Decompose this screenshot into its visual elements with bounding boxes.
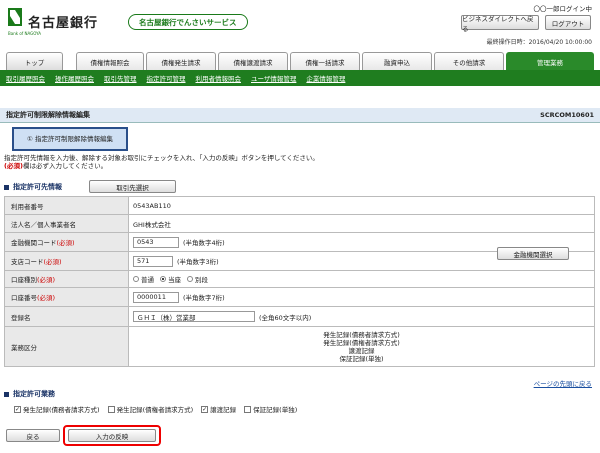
business-line-4: 保証記録(単独) bbox=[339, 354, 384, 363]
subnav-user-info-management[interactable]: ユーザ情報管理 bbox=[251, 73, 296, 83]
value-user-number: 0543AB110 bbox=[133, 201, 171, 210]
radio-savings[interactable]: 普通 bbox=[133, 274, 154, 284]
value-corp-name: GHI株式会社 bbox=[133, 220, 171, 229]
tab-bond-issue[interactable]: 債権発生請求 bbox=[146, 52, 216, 70]
page-title: 指定許可制限解除情報編集 bbox=[6, 111, 90, 119]
row-registered-name: 登録名 ＧＨＩ（株）営業部 (全角60文字以内) bbox=[4, 307, 595, 327]
checkbox-issue-debtor[interactable]: ✓ 発生記録(債務者請求方式) bbox=[14, 404, 100, 414]
sub-navigation: 取引履歴照会 操作履歴照会 取引先管理 指定許可管理 利用者情報照会 ユーザ情報… bbox=[0, 70, 600, 86]
logout-button[interactable]: ログアウト bbox=[545, 15, 591, 30]
permitted-operations-checkboxes: ✓ 発生記録(債務者請求方式) 発生記録(債権者請求方式) ✓ 譲渡記録 保証記録(… bbox=[14, 404, 305, 414]
bank-code-input[interactable]: 0543 bbox=[133, 236, 179, 248]
checkbox-checked-icon: ✓ bbox=[14, 405, 21, 413]
select-partner-button[interactable]: 取引先選択 bbox=[89, 180, 176, 193]
section-permitted-operations: 指定許可業務 bbox=[4, 389, 55, 399]
checkbox-empty-icon bbox=[244, 405, 252, 413]
bank-name-en: Bank of NAGOYA bbox=[8, 31, 42, 36]
account-number-input[interactable]: 0000011 bbox=[133, 291, 179, 303]
tab-loan-application[interactable]: 融資申込 bbox=[362, 52, 432, 70]
row-corp-name: 法人名／個人事業者名 GHI株式会社 bbox=[4, 215, 595, 233]
row-business-category: 業務区分 発生記録(債務者請求方式) 発生記録(債権者請求方式) 譲渡記録 保証… bbox=[4, 327, 595, 367]
subnav-permission-management[interactable]: 指定許可管理 bbox=[147, 73, 186, 83]
required-mark: (必須) bbox=[56, 239, 75, 247]
label-business-category: 業務区分 bbox=[5, 327, 129, 366]
back-button[interactable]: 戻る bbox=[6, 429, 60, 442]
main-tabs: トップ 債権情報照会 債権発生請求 債権譲渡請求 債権一括請求 融資申込 その他… bbox=[0, 52, 600, 70]
registered-name-input[interactable]: ＧＨＩ（株）営業部 bbox=[133, 311, 255, 322]
branch-code-input[interactable]: 571 bbox=[133, 255, 173, 267]
row-account-type: 口座種別 (必須) 普通 当座 別段 bbox=[4, 271, 595, 288]
back-to-top-link[interactable]: ページの先頭に戻る bbox=[534, 378, 592, 388]
row-user-number: 利用者番号 0543AB110 bbox=[4, 197, 595, 215]
select-bank-button[interactable]: 金融機関選択 bbox=[497, 247, 569, 260]
instructions: 指定許可先情報を入力後、解除する対象お取引にチェックを入れ、「入力の反映」ボタン… bbox=[4, 154, 319, 170]
branch-code-hint: (半角数字3桁) bbox=[177, 258, 219, 266]
section-title: 指定許可業務 bbox=[13, 390, 55, 398]
instruction-line-1: 指定許可先情報を入力後、解除する対象お取引にチェックを入れ、「入力の反映」ボタン… bbox=[4, 154, 319, 162]
label-bank-code: 金融機関コード bbox=[11, 239, 57, 247]
service-name: 名古屋銀行でんさいサービス bbox=[128, 14, 248, 30]
radio-special[interactable]: 別段 bbox=[187, 274, 208, 284]
section-title: 指定許可先情報 bbox=[13, 183, 62, 191]
tab-other-requests[interactable]: その他請求 bbox=[434, 52, 504, 70]
section-permitted-party: 指定許可先情報 bbox=[4, 182, 62, 192]
section-square-icon bbox=[4, 184, 9, 190]
business-line-1: 発生記録(債務者請求方式) bbox=[323, 330, 400, 339]
checkbox-transfer[interactable]: ✓ 譲渡記録 bbox=[201, 404, 236, 414]
bank-name: 名古屋銀行 bbox=[28, 16, 99, 31]
bank-code-hint: (半角数字4桁) bbox=[183, 239, 225, 247]
row-account-number: 口座番号 (必須) 0000011 (半角数字7桁) bbox=[4, 288, 595, 307]
instruction-line-2: 欄は必ず入力してください。 bbox=[22, 162, 108, 170]
tab-management[interactable]: 管理業務 bbox=[506, 52, 594, 70]
label-corp-name: 法人名／個人事業者名 bbox=[5, 215, 129, 232]
required-mark: (必須) bbox=[37, 294, 56, 302]
radio-checking[interactable]: 当座 bbox=[160, 274, 181, 284]
registered-name-hint: (全角60文字以内) bbox=[259, 313, 312, 322]
required-mark: (必須) bbox=[4, 162, 23, 170]
user-login-status: 〇〇一郎ログイン中 bbox=[533, 5, 593, 13]
label-branch-code: 支店コード bbox=[11, 258, 44, 266]
tab-top[interactable]: トップ bbox=[6, 52, 63, 70]
tab-bond-transfer[interactable]: 債権譲渡請求 bbox=[218, 52, 288, 70]
business-line-2: 発生記録(債権者請求方式) bbox=[323, 338, 400, 347]
last-operation-time: 最終操作日時：2016/04/20 10:00:00 bbox=[486, 39, 592, 46]
tab-bond-batch[interactable]: 債権一括請求 bbox=[290, 52, 360, 70]
checkbox-empty-icon bbox=[107, 405, 115, 413]
section-square-icon bbox=[4, 391, 9, 397]
required-mark: (必須) bbox=[43, 258, 62, 266]
step-indicator: ① 指定許可制限解除情報編集 bbox=[12, 127, 128, 151]
label-registered-name: 登録名 bbox=[5, 307, 129, 326]
checkbox-issue-creditor[interactable]: 発生記録(債権者請求方式) bbox=[107, 404, 193, 414]
business-line-3: 譲渡記録 bbox=[348, 346, 375, 355]
checkbox-checked-icon: ✓ bbox=[201, 405, 209, 413]
checkbox-guarantee[interactable]: 保証記録(単独) bbox=[244, 404, 297, 414]
page-title-bar: 指定許可制限解除情報編集 SCRCOM10601 bbox=[0, 108, 600, 123]
permitted-party-form: 利用者番号 0543AB110 法人名／個人事業者名 GHI株式会社 金融機関コ… bbox=[4, 196, 595, 367]
account-number-hint: (半角数字7桁) bbox=[183, 294, 225, 302]
label-user-number: 利用者番号 bbox=[5, 197, 129, 214]
subnav-partner-management[interactable]: 取引先管理 bbox=[104, 73, 137, 83]
label-account-number: 口座番号 bbox=[11, 294, 37, 302]
back-to-business-direct-button[interactable]: ビジネスダイレクトへ戻る bbox=[461, 15, 539, 33]
screen-code: SCRCOM10601 bbox=[540, 111, 594, 119]
bank-logo-icon bbox=[8, 8, 22, 26]
subnav-user-info-inquiry[interactable]: 利用者情報照会 bbox=[196, 73, 242, 83]
subnav-transaction-history[interactable]: 取引履歴照会 bbox=[6, 73, 45, 83]
tab-bond-inquiry[interactable]: 債権情報照会 bbox=[76, 52, 144, 70]
apply-input-button[interactable]: 入力の反映 bbox=[68, 429, 156, 442]
required-mark: (必須) bbox=[37, 276, 56, 284]
header: 名古屋銀行 Bank of NAGOYA 名古屋銀行でんさいサービス 〇〇一郎ロ… bbox=[0, 0, 600, 50]
subnav-operation-history[interactable]: 操作履歴照会 bbox=[55, 73, 94, 83]
label-account-type: 口座種別 bbox=[11, 276, 37, 284]
subnav-company-info-management[interactable]: 企業情報管理 bbox=[306, 73, 345, 83]
